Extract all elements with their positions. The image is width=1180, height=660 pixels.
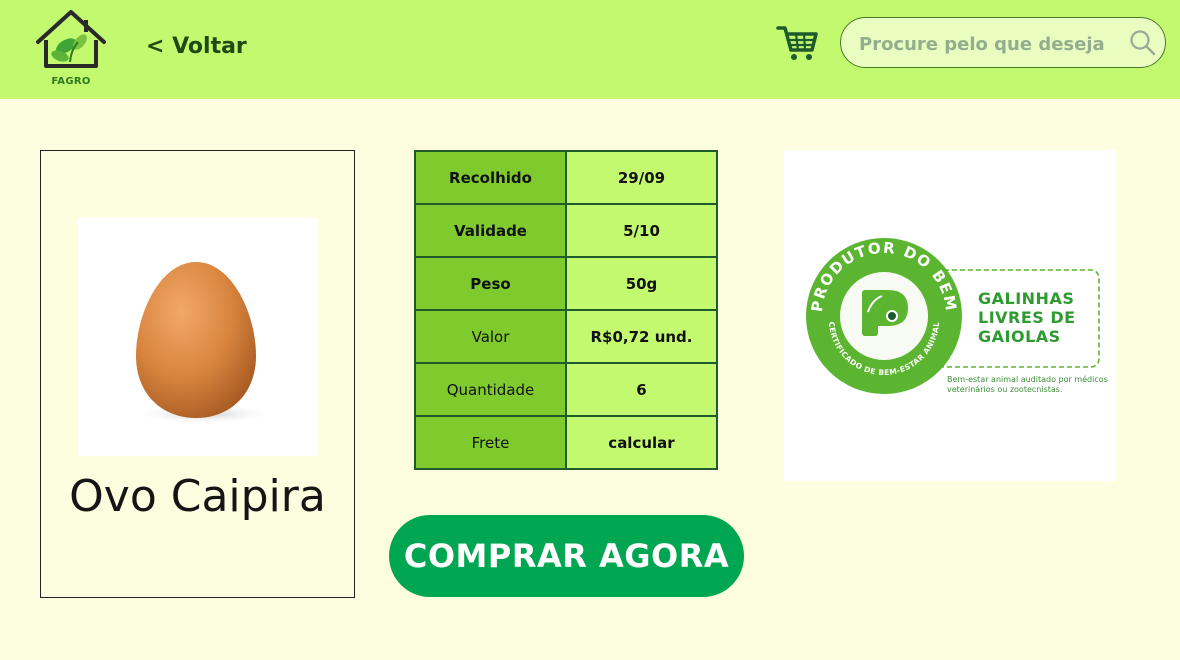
- back-link[interactable]: < Voltar: [146, 34, 247, 59]
- search-input[interactable]: [857, 28, 1111, 60]
- buy-now-button[interactable]: COMPRAR AGORA: [389, 515, 744, 597]
- certification-note: Bem-estar animal auditado por médicos ve…: [947, 375, 1108, 394]
- detail-value: 6: [565, 362, 718, 417]
- logo-text: FAGRO: [51, 76, 91, 87]
- detail-label: Frete: [414, 415, 567, 470]
- search-icon[interactable]: [1129, 29, 1157, 57]
- shipping-calculate-link[interactable]: calcular: [565, 415, 718, 470]
- detail-value: R$0,72 und.: [565, 309, 718, 364]
- certification-title: GALINHAS LIVRES DE GAIOLAS: [978, 289, 1076, 346]
- product-name: Ovo Caipira: [69, 471, 326, 522]
- product-card: Ovo Caipira: [40, 150, 355, 598]
- cart-icon[interactable]: [776, 22, 818, 64]
- detail-value: 50g: [565, 256, 718, 311]
- house-leaf-icon: [36, 10, 106, 68]
- detail-value: 29/09: [565, 150, 718, 205]
- table-row: Frete calcular: [414, 415, 718, 470]
- detail-label: Quantidade: [414, 362, 567, 417]
- table-row: Recolhido 29/09: [414, 150, 718, 205]
- table-row: Valor R$0,72 und.: [414, 309, 718, 364]
- table-row: Validade 5/10: [414, 203, 718, 258]
- egg-image: [78, 218, 318, 456]
- detail-label: Peso: [414, 256, 567, 311]
- certification-badge: PRODUTOR DO BEM CERTIFICADO DE BEM-ESTAR…: [784, 150, 1116, 481]
- table-row: Quantidade 6: [414, 362, 718, 417]
- table-row: Peso 50g: [414, 256, 718, 311]
- product-details-table: Recolhido 29/09 Validade 5/10 Peso 50g V…: [414, 150, 718, 470]
- header-bar: FAGRO < Voltar: [0, 0, 1180, 99]
- detail-label: Valor: [414, 309, 567, 364]
- search-box[interactable]: [840, 17, 1166, 68]
- detail-label: Validade: [414, 203, 567, 258]
- detail-label: Recolhido: [414, 150, 567, 205]
- detail-value: 5/10: [565, 203, 718, 258]
- fagro-logo[interactable]: FAGRO: [30, 6, 112, 90]
